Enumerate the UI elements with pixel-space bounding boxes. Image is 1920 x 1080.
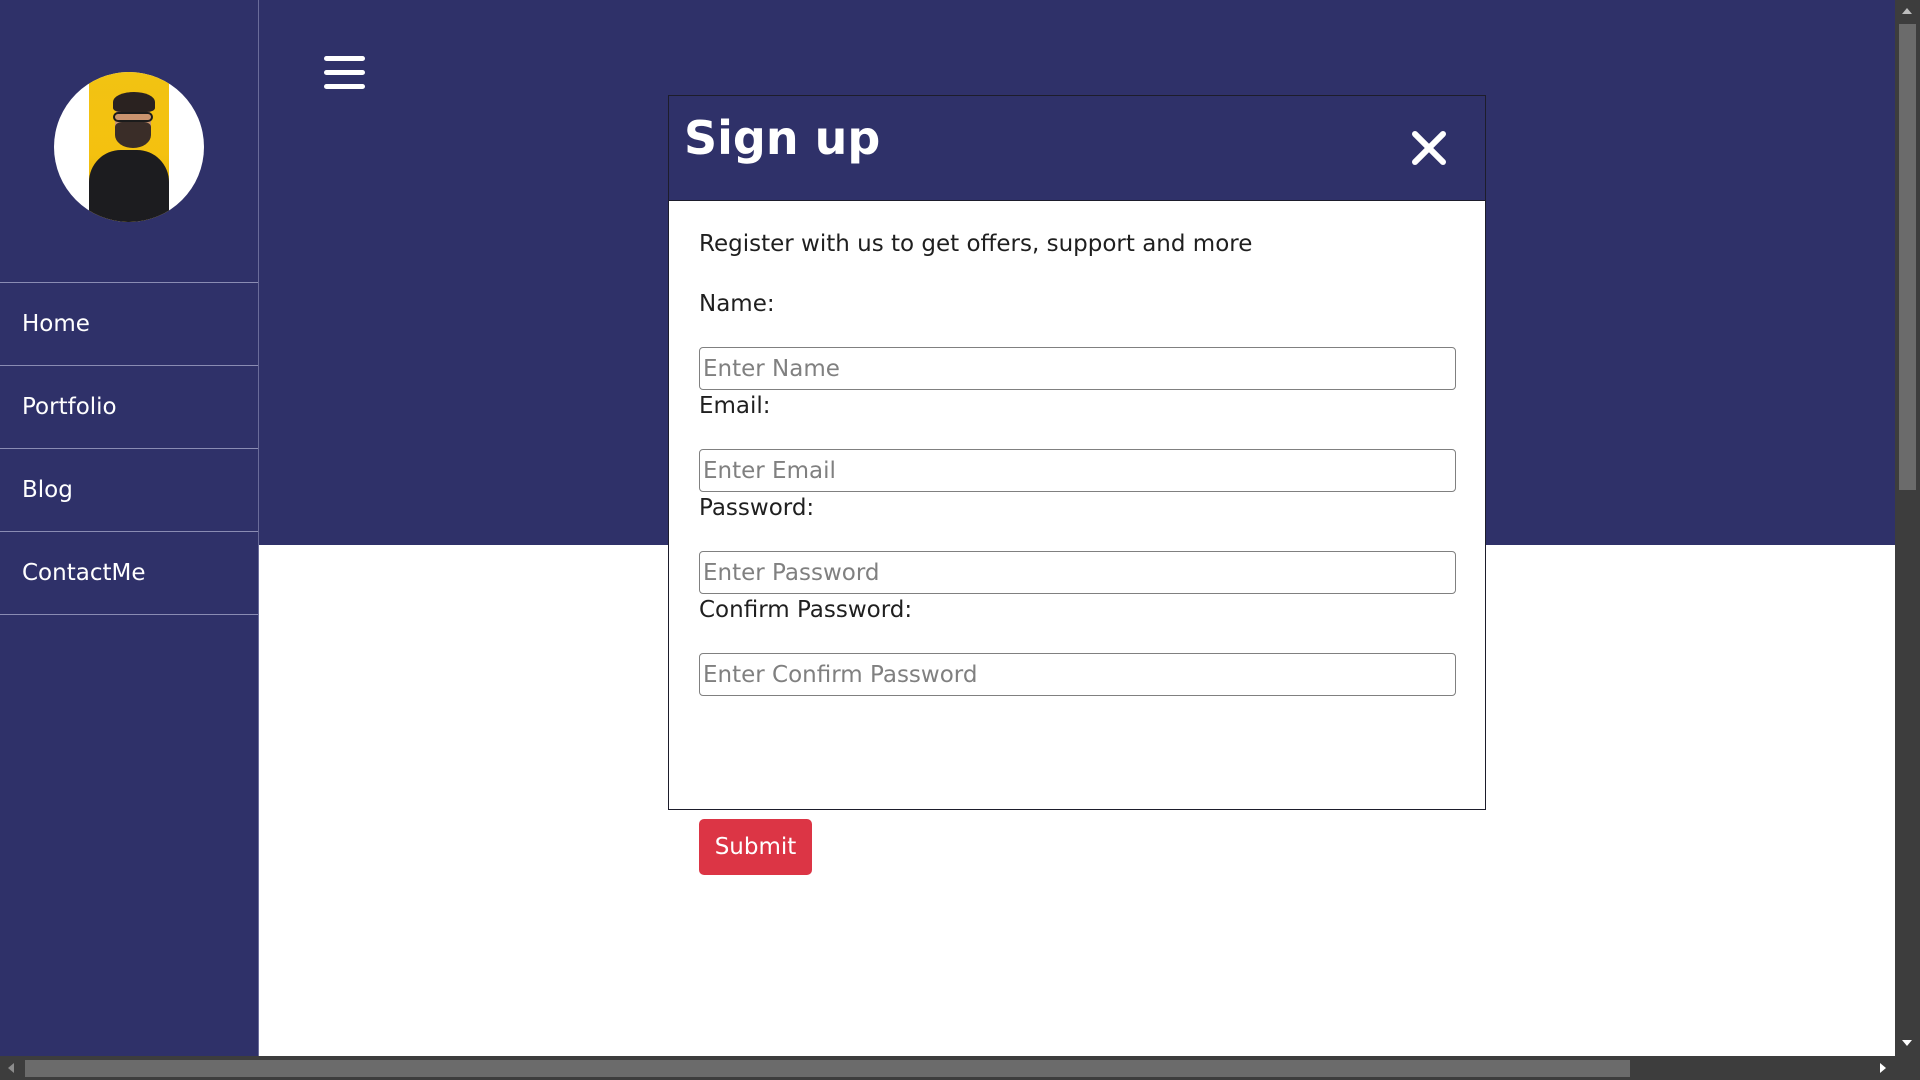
- scrollbar-corner: [1895, 1056, 1920, 1080]
- vertical-scroll-thumb[interactable]: [1899, 24, 1916, 490]
- sidebar-item-label: Portfolio: [22, 394, 117, 420]
- password-field[interactable]: [699, 551, 1456, 594]
- name-label: Name:: [699, 291, 775, 317]
- sidebar-item-portfolio[interactable]: Portfolio: [0, 366, 258, 449]
- sidebar-nav: Home Portfolio Blog ContactMe: [0, 282, 258, 615]
- sidebar-item-label: Blog: [22, 477, 73, 503]
- scroll-left-icon[interactable]: [8, 1063, 14, 1073]
- modal-intro-text: Register with us to get offers, support …: [699, 231, 1253, 257]
- email-label: Email:: [699, 393, 771, 419]
- horizontal-scroll-thumb[interactable]: [25, 1060, 1630, 1077]
- avatar: [54, 72, 204, 222]
- confirm-password-label: Confirm Password:: [699, 597, 913, 623]
- scroll-up-icon[interactable]: [1902, 8, 1912, 14]
- sidebar-item-contactme[interactable]: ContactMe: [0, 532, 258, 615]
- close-icon[interactable]: [1411, 130, 1447, 166]
- signup-modal: Sign up Register with us to get offers, …: [668, 95, 1486, 875]
- modal-header: Sign up: [669, 96, 1485, 201]
- email-field[interactable]: [699, 449, 1456, 492]
- vertical-scrollbar[interactable]: [1895, 0, 1920, 1056]
- sidebar-item-label: ContactMe: [22, 560, 146, 586]
- password-label: Password:: [699, 495, 815, 521]
- sidebar: Home Portfolio Blog ContactMe: [0, 0, 259, 1056]
- submit-button[interactable]: Submit: [699, 819, 812, 875]
- scroll-down-icon[interactable]: [1902, 1040, 1912, 1046]
- name-field[interactable]: [699, 347, 1456, 390]
- scroll-right-icon[interactable]: [1880, 1063, 1886, 1073]
- profile-photo: [89, 72, 169, 222]
- sidebar-item-label: Home: [22, 311, 90, 337]
- modal-title: Sign up: [684, 111, 881, 165]
- hamburger-icon[interactable]: [324, 56, 366, 94]
- horizontal-scrollbar[interactable]: [0, 1056, 1920, 1080]
- sidebar-item-blog[interactable]: Blog: [0, 449, 258, 532]
- sidebar-item-home[interactable]: Home: [0, 283, 258, 366]
- confirm-password-field[interactable]: [699, 653, 1456, 696]
